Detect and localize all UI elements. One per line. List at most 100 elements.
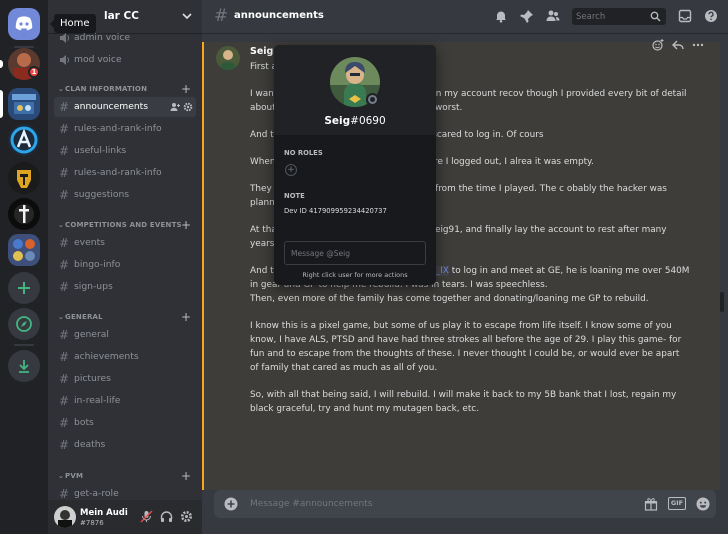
create-channel-button[interactable]: +: [181, 83, 191, 95]
message-toolbar: [648, 36, 712, 54]
plus-circle-icon[interactable]: [224, 497, 238, 511]
voice-channel-mod[interactable]: mod voice: [54, 50, 196, 70]
create-channel-button[interactable]: +: [181, 470, 191, 482]
category-label: COMPETITIONS AND EVENTS: [65, 221, 182, 229]
channel-suggestions[interactable]: # suggestions: [54, 185, 196, 205]
channel-pictures[interactable]: # pictures: [54, 369, 196, 389]
chevron-down-icon: [182, 13, 192, 20]
explore-button[interactable]: [8, 308, 40, 340]
popout-message-input[interactable]: [284, 241, 426, 265]
roles-heading: NO ROLES: [284, 149, 323, 157]
server-rail: Home 1: [0, 0, 96, 534]
unread-badge: 1: [28, 66, 40, 78]
gif-icon[interactable]: GIF: [668, 497, 686, 510]
user-panel: Mein Audi #7876: [48, 500, 202, 534]
avatar[interactable]: [54, 506, 76, 528]
hash-icon: #: [59, 100, 70, 114]
reply-icon[interactable]: [672, 39, 684, 51]
channel-useful-links[interactable]: # useful-links: [54, 141, 196, 161]
unread-pill: [0, 60, 3, 68]
channel-label: admin voice: [74, 32, 131, 43]
category-pvm[interactable]: ⌄PVM: [58, 472, 83, 480]
gear-icon[interactable]: [183, 102, 193, 112]
channel-label: get-a-role: [74, 488, 119, 499]
channel-label: in-real-life: [74, 395, 121, 406]
server-icon-helmet[interactable]: [8, 162, 40, 194]
category-label: GENERAL: [65, 313, 103, 321]
channel-sidebar: lar CC admin voice mod voice ⌄CLAN INFOR…: [48, 0, 202, 534]
create-channel-button[interactable]: +: [181, 219, 191, 231]
hash-icon: #: [59, 372, 70, 386]
channel-label: bingo-info: [74, 259, 121, 270]
discord-logo-icon: [15, 16, 33, 31]
hash-icon: #: [59, 280, 70, 294]
create-channel-button[interactable]: +: [181, 311, 191, 323]
channel-label: deaths: [74, 439, 106, 450]
channel-label: bots: [74, 417, 94, 428]
server-icon-cross[interactable]: [8, 198, 40, 230]
inbox-icon[interactable]: [678, 9, 692, 23]
selected-server-pill: [0, 90, 3, 118]
search-box[interactable]: [572, 8, 666, 25]
download-apps-button[interactable]: [8, 350, 40, 382]
members-icon[interactable]: [546, 9, 560, 23]
server-icon-clan[interactable]: [8, 88, 40, 120]
channel-in-real-life[interactable]: # in-real-life: [54, 391, 196, 411]
channel-label: sign-ups: [74, 281, 113, 292]
channel-get-a-role[interactable]: # get-a-role: [54, 484, 196, 500]
hash-icon: #: [59, 394, 70, 408]
headphones-icon[interactable]: [160, 510, 173, 523]
hash-icon: #: [59, 350, 70, 364]
bell-icon[interactable]: [494, 9, 508, 23]
channel-label: announcements: [74, 101, 149, 112]
add-server-button[interactable]: [8, 272, 40, 304]
chevron-down-icon: ⌄: [58, 472, 65, 480]
message-input[interactable]: [250, 497, 620, 511]
hash-icon: #: [59, 122, 70, 136]
search-input[interactable]: [576, 10, 646, 23]
gear-icon[interactable]: [180, 510, 193, 523]
category-general[interactable]: ⌄GENERAL: [58, 313, 103, 321]
add-role-button[interactable]: +: [285, 164, 297, 176]
channel-rules-and-rank-info-2[interactable]: # rules-and-rank-info: [54, 163, 196, 183]
channel-deaths[interactable]: # deaths: [54, 435, 196, 455]
hash-icon: #: [214, 6, 229, 26]
category-clan-information[interactable]: ⌄CLAN INFORMATION: [58, 85, 147, 93]
note-text[interactable]: Dev ID 417909959234420737: [284, 207, 387, 215]
channel-label: rules-and-rank-info: [74, 167, 162, 178]
search-icon: [650, 11, 661, 22]
channel-events[interactable]: # events: [54, 233, 196, 253]
channel-label: mod voice: [74, 54, 122, 65]
channel-bingo-info[interactable]: # bingo-info: [54, 255, 196, 275]
reaction-icon[interactable]: [652, 39, 664, 51]
server-icon-a[interactable]: [8, 124, 40, 156]
add-member-icon[interactable]: [170, 102, 180, 112]
pin-icon[interactable]: [520, 9, 534, 23]
server-name: lar CC: [104, 10, 139, 22]
gift-icon[interactable]: [644, 497, 658, 511]
more-icon[interactable]: [692, 39, 704, 51]
avatar[interactable]: [216, 46, 240, 70]
channel-sign-ups[interactable]: # sign-ups: [54, 277, 196, 297]
channel-achievements[interactable]: # achievements: [54, 347, 196, 367]
server-folder[interactable]: [8, 234, 40, 266]
scrollbar-thumb[interactable]: [720, 292, 724, 312]
mute-mic-icon[interactable]: [140, 510, 153, 523]
popout-discriminator: #0690: [350, 115, 386, 127]
status-indicator: [366, 93, 379, 106]
popout-username: Seig#0690: [274, 115, 436, 127]
channel-rules-and-rank-info[interactable]: # rules-and-rank-info: [54, 119, 196, 139]
emoji-icon[interactable]: [696, 497, 710, 511]
category-competitions-and-events[interactable]: ⌄COMPETITIONS AND EVENTS: [58, 221, 182, 229]
message-author[interactable]: Seig: [250, 46, 273, 57]
channel-list: admin voice mod voice ⌄CLAN INFORMATION …: [48, 28, 202, 500]
channel-general[interactable]: # general: [54, 325, 196, 345]
note-heading: NOTE: [284, 192, 305, 200]
message-text: Then, even more of the family has come t…: [250, 294, 649, 304]
channel-bots[interactable]: # bots: [54, 413, 196, 433]
channel-announcements[interactable]: # announcements: [54, 97, 196, 117]
chevron-down-icon: ⌄: [58, 85, 65, 93]
home-button[interactable]: [8, 8, 40, 40]
help-icon[interactable]: [704, 9, 718, 23]
channel-label: general: [74, 329, 109, 340]
